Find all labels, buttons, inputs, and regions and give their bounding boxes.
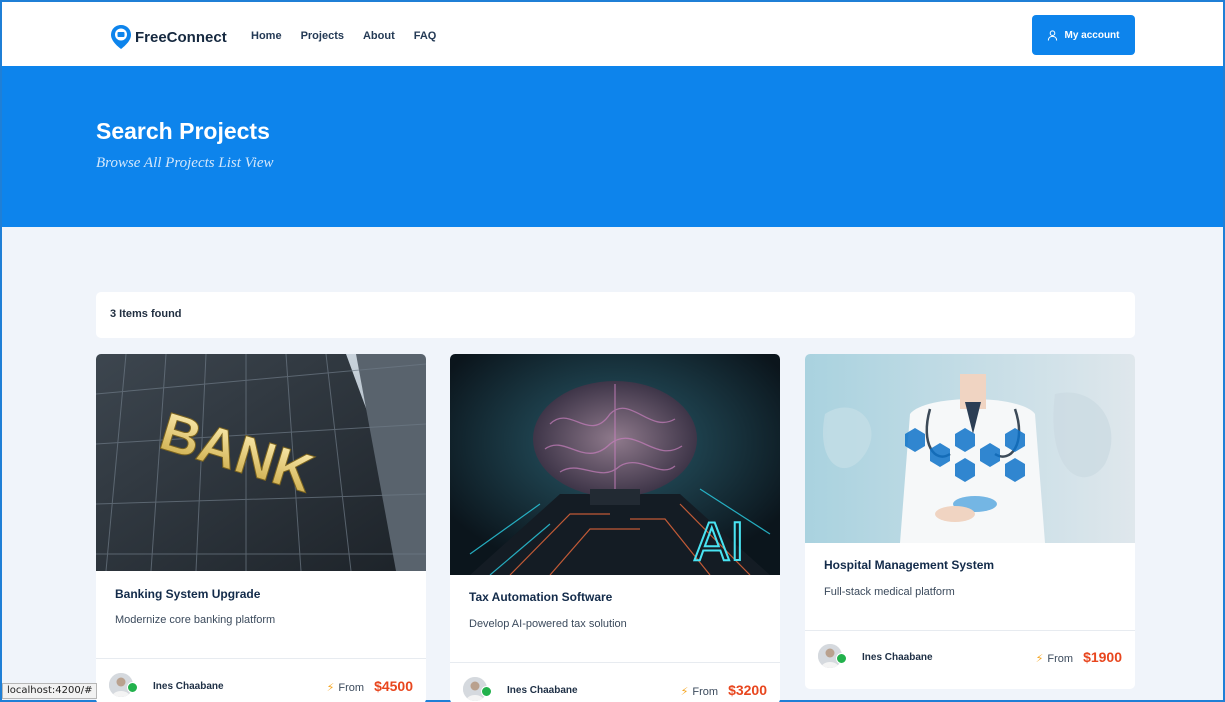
card-body: Hospital Management System Full-stack me… bbox=[805, 543, 1135, 689]
card-divider bbox=[450, 662, 780, 663]
bolt-icon: ⚡ bbox=[326, 682, 335, 694]
bank-building-image: BANK bbox=[96, 354, 426, 571]
verified-check-icon bbox=[127, 682, 138, 693]
ai-brain-chip-image: AI bbox=[450, 354, 780, 575]
results-count: 3 Items found bbox=[110, 308, 182, 320]
card-title[interactable]: Tax Automation Software bbox=[469, 590, 612, 604]
top-navbar: FreeConnect Home Projects About FAQ My a… bbox=[2, 2, 1223, 66]
svg-text:AI: AI bbox=[694, 513, 745, 573]
from-label: From bbox=[692, 686, 719, 698]
nav-faq[interactable]: FAQ bbox=[414, 30, 437, 42]
card-title[interactable]: Hospital Management System bbox=[824, 558, 994, 572]
card-description: Full-stack medical platform bbox=[824, 586, 955, 598]
card-footer: Ines Chaabane ⚡ From $1900 bbox=[805, 644, 1135, 674]
location-pin-icon bbox=[111, 25, 131, 49]
card-divider bbox=[805, 630, 1135, 631]
card-description: Develop AI-powered tax solution bbox=[469, 618, 627, 630]
price-value: $3200 bbox=[728, 682, 767, 698]
nav-projects[interactable]: Projects bbox=[301, 30, 344, 42]
nav-home[interactable]: Home bbox=[251, 30, 282, 42]
from-label: From bbox=[1047, 653, 1074, 665]
project-card[interactable]: AI Tax Automation Software Develop AI-po… bbox=[450, 354, 780, 702]
from-label: From bbox=[338, 682, 365, 694]
page-title: Search Projects bbox=[96, 118, 270, 144]
author-name[interactable]: Ines Chaabane bbox=[862, 652, 933, 663]
page-subtitle: Browse All Projects List View bbox=[96, 155, 274, 171]
verified-check-icon bbox=[481, 686, 492, 697]
project-card[interactable]: BANK Banking System Upgrade Modernize co… bbox=[96, 354, 426, 702]
price-value: $4500 bbox=[374, 678, 413, 694]
status-bar-url: localhost:4200/# bbox=[2, 683, 98, 699]
card-title[interactable]: Banking System Upgrade bbox=[115, 587, 260, 601]
card-divider bbox=[96, 658, 426, 659]
card-body: Tax Automation Software Develop AI-power… bbox=[450, 575, 780, 702]
price-info: ⚡ From $4500 bbox=[327, 678, 413, 694]
author-name[interactable]: Ines Chaabane bbox=[153, 681, 224, 692]
author-name[interactable]: Ines Chaabane bbox=[507, 685, 578, 696]
my-account-button[interactable]: My account bbox=[1032, 15, 1135, 55]
doctor-medical-icons-image bbox=[805, 354, 1135, 543]
results-count-bar: 3 Items found bbox=[96, 292, 1135, 338]
main-nav: Home Projects About FAQ bbox=[251, 30, 455, 42]
project-card[interactable]: Hospital Management System Full-stack me… bbox=[805, 354, 1135, 689]
price-info: ⚡ From $1900 bbox=[1036, 649, 1122, 665]
nav-about[interactable]: About bbox=[363, 30, 395, 42]
card-description: Modernize core banking platform bbox=[115, 614, 276, 626]
brand-logo[interactable]: FreeConnect bbox=[110, 24, 227, 50]
card-footer: Ines Chaabane ⚡ From $4500 bbox=[96, 673, 426, 702]
brand-name: FreeConnect bbox=[135, 28, 227, 46]
my-account-label: My account bbox=[1064, 29, 1120, 41]
bolt-icon: ⚡ bbox=[1035, 653, 1044, 665]
card-body: Banking System Upgrade Modernize core ba… bbox=[96, 571, 426, 702]
price-info: ⚡ From $3200 bbox=[681, 682, 767, 698]
user-icon bbox=[1048, 29, 1058, 41]
price-value: $1900 bbox=[1083, 649, 1122, 665]
verified-check-icon bbox=[836, 653, 847, 664]
bolt-icon: ⚡ bbox=[680, 686, 689, 698]
card-footer: Ines Chaabane ⚡ From $3200 bbox=[450, 677, 780, 702]
hero-banner: Search Projects Browse All Projects List… bbox=[2, 66, 1223, 227]
